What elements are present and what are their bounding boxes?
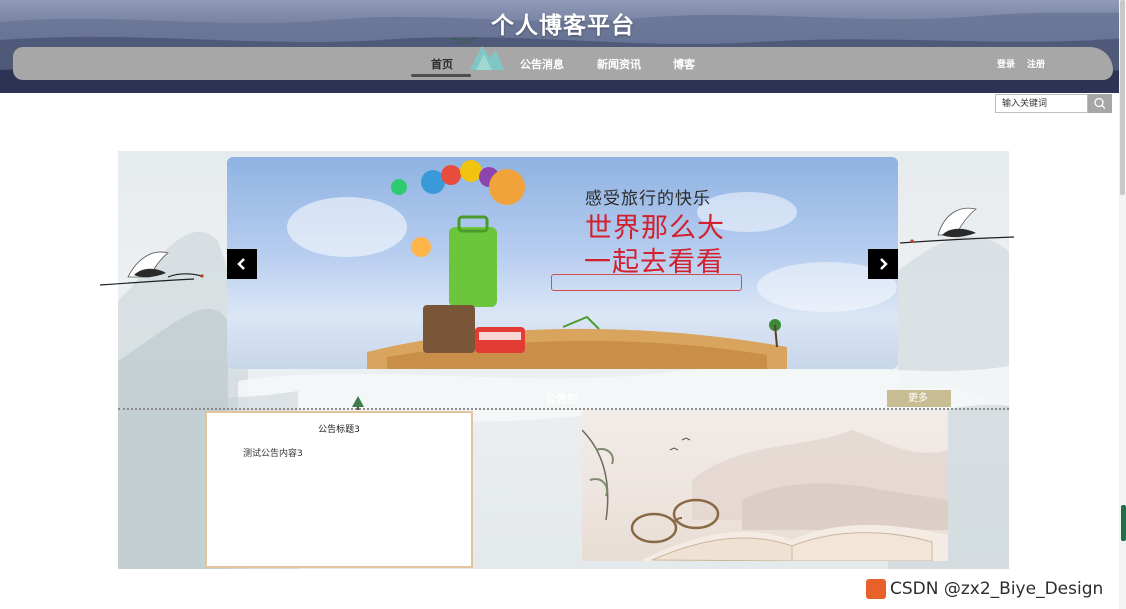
nav-item-blog[interactable]: 博客 [673,56,695,72]
register-link[interactable]: 注册 [1027,57,1045,70]
banner-text-box [551,274,742,291]
carousel-prev-button[interactable] [227,249,257,279]
book-illustration [582,410,948,561]
travel-banner[interactable] [227,157,898,369]
search-icon [1094,97,1106,109]
page-scrollbar[interactable] [1119,0,1126,609]
nav-item-announcements[interactable]: 公告消息 [520,56,564,72]
page: 个人博客平台 首页 公告消息 新闻资讯 博客 登录 注册 输入关键词 感受旅行的… [0,0,1126,609]
scroll-marker [1121,505,1126,541]
left-crane-illustration [99,251,204,286]
notice-title[interactable]: 公告标题3 [207,422,471,435]
banner-illustration [287,160,897,369]
site-title: 个人博客平台 [491,13,635,39]
search-button[interactable] [1088,94,1112,113]
nav-active-indicator [411,74,471,77]
chevron-right-icon [880,258,888,270]
notice-section-heading: 公告栏 [545,392,579,405]
header: 个人博客平台 首页 公告消息 新闻资讯 博客 登录 注册 [0,0,1126,93]
csdn-watermark: CSDN @zx2_Biye_Design [890,579,1104,599]
chevron-left-icon [237,258,245,270]
notice-content: 测试公告内容3 [243,449,303,459]
scrollbar-thumb[interactable] [1120,0,1125,195]
search-input[interactable] [995,94,1088,113]
more-button[interactable]: 更多 [887,390,951,407]
book-glasses-painting [582,429,948,561]
mountain-decoration [449,37,504,70]
tree-decoration [352,396,364,410]
nav-item-home[interactable]: 首页 [431,56,453,72]
carousel-next-button[interactable] [868,249,898,279]
login-link[interactable]: 登录 [997,57,1015,70]
nav-item-news[interactable]: 新闻资讯 [597,56,641,72]
notice-card[interactable]: 公告标题3 测试公告内容3 [205,411,473,568]
csdn-logo-icon [866,579,886,599]
right-crane-illustration [899,207,1015,244]
